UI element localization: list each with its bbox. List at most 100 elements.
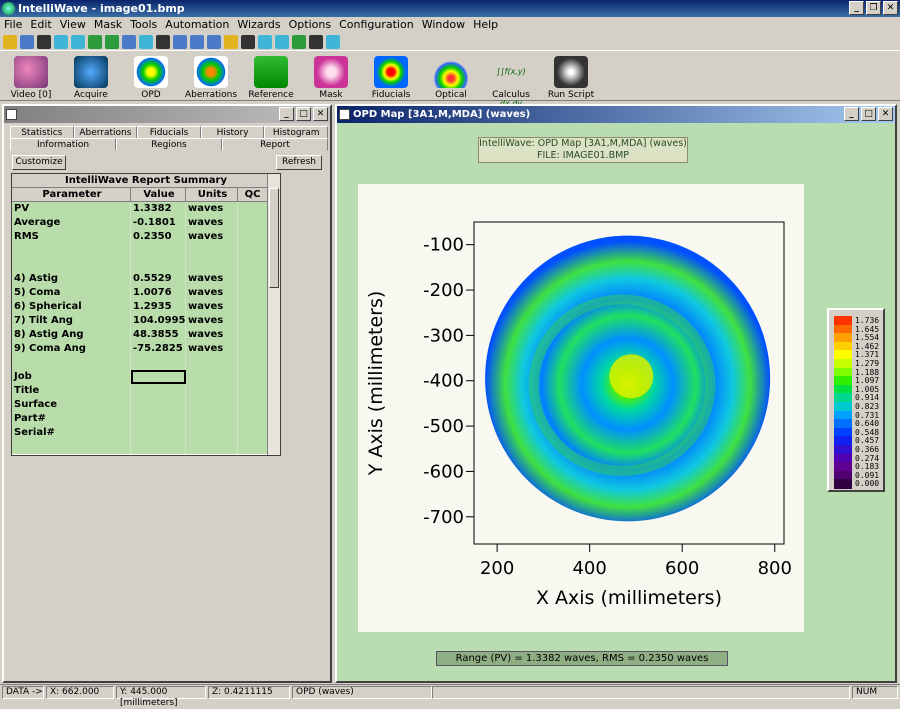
menu-help[interactable]: Help: [473, 17, 498, 33]
copy-icon[interactable]: [207, 34, 221, 49]
chain-icon[interactable]: [275, 34, 289, 49]
table-row[interactable]: [12, 440, 268, 454]
qc-cell: [238, 384, 268, 398]
grid-icon[interactable]: [122, 34, 136, 49]
table-row[interactable]: 8) Astig Ang 48.3855 waves: [12, 328, 268, 342]
zoom-out-icon[interactable]: [71, 34, 85, 49]
tilt-icon[interactable]: [139, 34, 153, 49]
param-cell: Serial#: [12, 426, 131, 440]
menu-wizards[interactable]: Wizards: [237, 17, 280, 33]
table-row[interactable]: 6) Spherical 1.2935 waves: [12, 300, 268, 314]
fiducials-button[interactable]: Fiducials: [364, 52, 418, 100]
menu-automation[interactable]: Automation: [165, 17, 229, 33]
r-icon[interactable]: [309, 34, 323, 49]
value-cell: 104.0995: [133, 314, 186, 328]
print-icon[interactable]: [37, 34, 51, 49]
table-row[interactable]: [12, 244, 268, 258]
menu-window[interactable]: Window: [422, 17, 465, 33]
table-row[interactable]: 7) Tilt Ang 104.0995 waves: [12, 314, 268, 328]
menu-bar: File Edit View Mask Tools Automation Wiz…: [0, 17, 900, 33]
tab-regions[interactable]: Regions: [116, 138, 222, 151]
restore-button[interactable]: ❐: [866, 1, 881, 15]
optical-icon: [434, 56, 468, 88]
table-row[interactable]: [12, 258, 268, 272]
col-value: Value: [131, 188, 186, 201]
palette-icon[interactable]: [88, 34, 102, 49]
table-row[interactable]: Job: [12, 370, 268, 384]
tab-report[interactable]: Report: [222, 138, 328, 151]
table-row[interactable]: PV 1.3382 waves: [12, 202, 268, 216]
close-button[interactable]: ✕: [883, 1, 898, 15]
table-row[interactable]: Part#: [12, 412, 268, 426]
report-close-button[interactable]: ✕: [313, 107, 328, 121]
report-maximize-button[interactable]: □: [296, 107, 311, 121]
table-row[interactable]: Title: [12, 384, 268, 398]
table-row[interactable]: Serial#: [12, 426, 268, 440]
opd-plot-svg[interactable]: 200 400 600 800 -100 -200 -300 -400 -500 -600 -700…: [358, 184, 804, 632]
run-script-button[interactable]: Run Script: [544, 52, 598, 100]
table-row[interactable]: RMS 0.2350 waves: [12, 230, 268, 244]
colorbar: 1.736 1.645 1.554 1.462 1.371 1.279 1.188 1.097…: [827, 308, 885, 492]
qc-cell: [238, 328, 268, 342]
open-icon[interactable]: [3, 34, 17, 49]
status-data-label: DATA ->: [2, 686, 44, 699]
map-icon[interactable]: [105, 34, 119, 49]
qc-cell: [238, 202, 268, 216]
menu-mask[interactable]: Mask: [94, 17, 122, 33]
param-cell: 9) Coma Ang: [12, 342, 131, 356]
table-row[interactable]: 4) Astig 0.5529 waves: [12, 272, 268, 286]
video-button[interactable]: Video [0]: [4, 52, 58, 100]
report-scrollbar[interactable]: [267, 174, 280, 455]
report-minimize-button[interactable]: _: [279, 107, 294, 121]
table-icon[interactable]: [173, 34, 187, 49]
menu-options[interactable]: Options: [289, 17, 331, 33]
acquire-button[interactable]: Acquire: [64, 52, 118, 100]
y-tick-label: -500: [423, 416, 464, 437]
reference-button[interactable]: Reference: [244, 52, 298, 100]
target-icon[interactable]: [241, 34, 255, 49]
value-cell: [131, 440, 186, 454]
menu-tools[interactable]: Tools: [130, 17, 157, 33]
opd-button[interactable]: OPD: [124, 52, 178, 100]
menu-file[interactable]: File: [4, 17, 22, 33]
table-row[interactable]: 9) Coma Ang -75.2825 waves: [12, 342, 268, 356]
refresh-button[interactable]: Refresh: [276, 155, 322, 170]
link-icon[interactable]: [258, 34, 272, 49]
pencil-icon[interactable]: [224, 34, 238, 49]
mask-button[interactable]: Mask: [304, 52, 358, 100]
table-row[interactable]: 5) Coma 1.0076 waves: [12, 286, 268, 300]
menu-edit[interactable]: Edit: [30, 17, 51, 33]
customize-button[interactable]: Customize: [12, 155, 66, 170]
focus-icon[interactable]: [156, 34, 170, 49]
calculus-button[interactable]: ∫∫f(x,y) dx dyCalculus: [484, 52, 538, 108]
info-icon[interactable]: [326, 34, 340, 49]
menu-configuration[interactable]: Configuration: [339, 17, 414, 33]
aberrations-button[interactable]: Aberrations: [184, 52, 238, 100]
save-icon[interactable]: [20, 34, 34, 49]
y-tick-label: -600: [423, 461, 464, 482]
status-y: Y: 445.000 [millimeters]: [116, 686, 206, 708]
param-cell: PV: [12, 202, 131, 216]
param-cell: Job: [12, 370, 131, 384]
table-row[interactable]: Surface: [12, 398, 268, 412]
range-footer: Range (PV) = 1.3382 waves, RMS = 0.2350 …: [436, 651, 728, 666]
table-row[interactable]: Average -0.1801 waves: [12, 216, 268, 230]
param-cell: 8) Astig Ang: [12, 328, 131, 342]
table-row[interactable]: [12, 356, 268, 370]
calculus-icon: ∫∫f(x,y) dx dy: [494, 56, 528, 108]
opd-maximize-button[interactable]: □: [861, 107, 876, 121]
minimize-button[interactable]: _: [849, 1, 864, 15]
s-icon[interactable]: [292, 34, 306, 49]
opd-minimize-button[interactable]: _: [844, 107, 859, 121]
status-x: X: 662.000: [46, 686, 114, 699]
app-window: IntelliWave - image01.bmp _ ❐ ✕ File Edi…: [0, 0, 900, 708]
zoom-in-icon[interactable]: [54, 34, 68, 49]
tab-information[interactable]: Information: [10, 138, 116, 151]
plot-area[interactable]: 200 400 600 800 -100 -200 -300 -400 -500 -600 -700…: [358, 184, 804, 632]
document-icon[interactable]: [190, 34, 204, 49]
optical-button[interactable]: Optical: [424, 52, 478, 100]
scroll-thumb[interactable]: [269, 188, 279, 288]
param-cell: [12, 244, 131, 258]
opd-close-button[interactable]: ✕: [878, 107, 893, 121]
menu-view[interactable]: View: [60, 17, 86, 33]
